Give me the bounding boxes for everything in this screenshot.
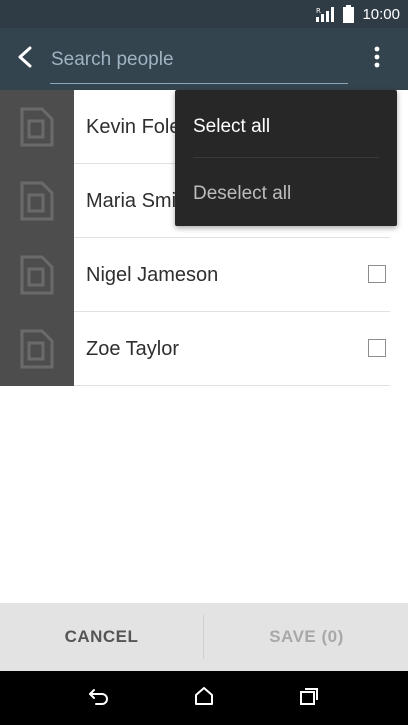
nav-back-button[interactable] xyxy=(84,683,114,713)
nav-recents-icon xyxy=(299,687,319,710)
overflow-menu-button[interactable] xyxy=(364,46,390,72)
row-divider xyxy=(74,385,390,386)
search-input[interactable] xyxy=(50,46,349,74)
nav-back-icon xyxy=(88,687,110,710)
search-underline xyxy=(50,83,348,84)
more-vert-icon xyxy=(374,46,380,73)
action-bar: CANCEL SAVE (0) xyxy=(0,603,408,671)
back-button[interactable] xyxy=(10,44,40,74)
back-chevron-icon xyxy=(16,46,34,73)
sim-card-icon xyxy=(0,90,74,164)
status-bar: R 10:00 xyxy=(0,0,408,28)
contact-name: Zoe Taylor xyxy=(86,338,180,360)
system-nav-bar xyxy=(0,671,408,725)
cancel-button[interactable]: CANCEL xyxy=(0,603,203,671)
sim-card-icon xyxy=(0,238,74,312)
nav-recents-button[interactable] xyxy=(294,683,324,713)
search-field xyxy=(50,46,349,84)
status-time: 10:00 xyxy=(362,5,400,23)
sim-card-icon xyxy=(0,312,74,386)
signal-icon: R xyxy=(315,6,335,22)
nav-home-icon xyxy=(194,686,214,710)
list-item[interactable]: Nigel Jameson xyxy=(0,238,408,312)
save-button[interactable]: SAVE (0) xyxy=(205,603,408,671)
overflow-menu: Select all Deselect all xyxy=(175,90,397,226)
menu-item-deselect-all[interactable]: Deselect all xyxy=(193,183,291,205)
contact-checkbox[interactable] xyxy=(368,265,386,283)
top-app-bar xyxy=(0,28,408,90)
menu-item-select-all[interactable]: Select all xyxy=(193,116,270,138)
battery-icon xyxy=(343,5,355,23)
nav-home-button[interactable] xyxy=(189,683,219,713)
svg-text:R: R xyxy=(316,7,321,15)
menu-divider xyxy=(193,157,379,158)
list-item[interactable]: Zoe Taylor xyxy=(0,312,408,386)
sim-card-icon xyxy=(0,164,74,238)
action-divider xyxy=(203,615,204,659)
contact-checkbox[interactable] xyxy=(368,339,386,357)
contact-name: Nigel Jameson xyxy=(86,264,219,286)
